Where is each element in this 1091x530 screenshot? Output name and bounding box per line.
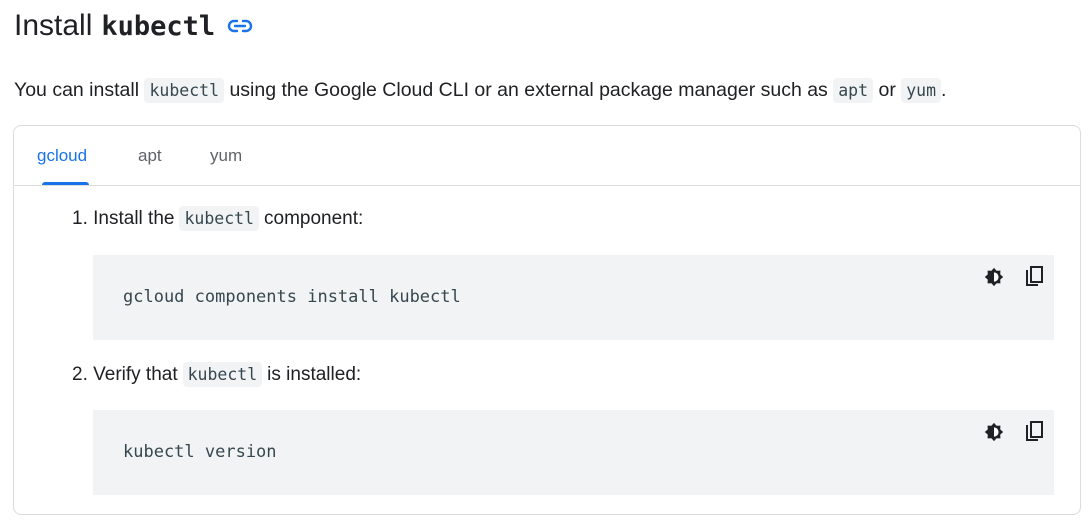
inline-code: apt: [833, 78, 874, 103]
tab-gcloud[interactable]: gcloud: [37, 146, 87, 166]
link-icon[interactable]: [227, 19, 253, 33]
intro-text: You can install: [14, 79, 140, 101]
code-block: kubectl version: [93, 410, 1054, 495]
step-suffix: is installed:: [267, 363, 362, 385]
copy-icon[interactable]: [1023, 421, 1045, 443]
inline-code: yum: [901, 78, 942, 103]
intro-text: using the Google Cloud CLI or an externa…: [229, 79, 828, 101]
step-prefix: 1. Install the: [72, 207, 175, 229]
step-prefix: 2. Verify that: [72, 363, 178, 385]
dark-theme-toggle-icon[interactable]: [983, 421, 1005, 443]
code-command[interactable]: gcloud components install kubectl: [123, 255, 461, 340]
tab-yum[interactable]: yum: [210, 146, 242, 166]
heading-prefix: Install: [14, 9, 93, 42]
heading-command: kubectl: [101, 10, 216, 42]
tab-apt[interactable]: apt: [138, 146, 162, 166]
step-2-text: 2. Verify that kubectl is installed:: [72, 362, 361, 387]
inline-code: kubectl: [144, 78, 225, 103]
code-block: gcloud components install kubectl: [93, 255, 1054, 340]
intro-text: .: [941, 79, 947, 101]
code-command[interactable]: kubectl version: [123, 410, 277, 495]
tab-bar: gcloud apt yum: [14, 126, 1080, 186]
inline-code: kubectl: [182, 362, 263, 387]
dark-theme-toggle-icon[interactable]: [983, 266, 1005, 288]
step-suffix: component:: [264, 207, 364, 229]
page-heading: Install kubectl: [14, 4, 253, 48]
step-1-text: 1. Install the kubectl component:: [72, 206, 363, 231]
intro-text: or: [878, 79, 896, 101]
install-tabs-card: gcloud apt yum 1. Install the kubectl co…: [13, 125, 1081, 515]
inline-code: kubectl: [179, 206, 259, 231]
copy-icon[interactable]: [1023, 266, 1045, 288]
active-tab-indicator: [42, 182, 89, 185]
intro-paragraph: You can install kubectl using the Google…: [14, 74, 946, 107]
